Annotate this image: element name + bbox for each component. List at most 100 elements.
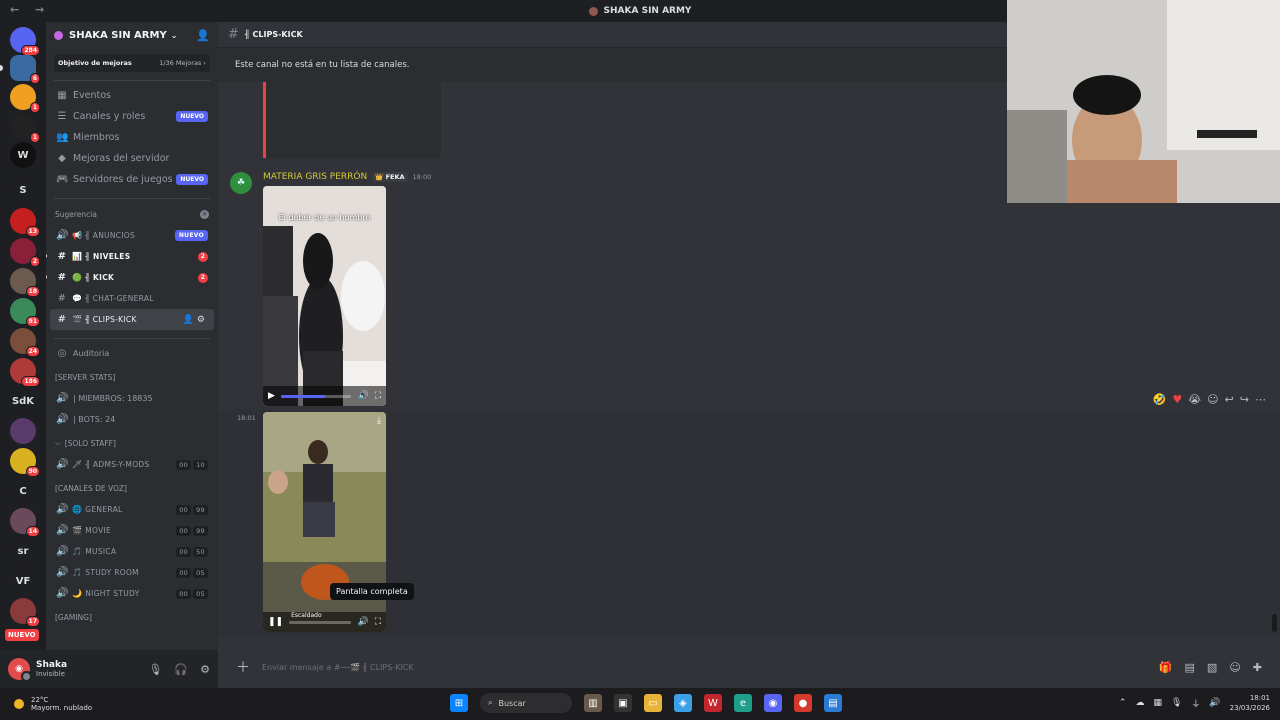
file-explorer-icon[interactable]: ▭ [644, 694, 662, 712]
category-voice[interactable]: [CANALES DE VOZ] [46, 477, 218, 499]
nav-item[interactable]: ☰ Canales y roles NUEVO [46, 106, 218, 127]
nav-arrows[interactable]: ← → [10, 3, 50, 16]
server-icon[interactable]: W [10, 142, 36, 168]
invite-people-icon[interactable]: 👤 [196, 29, 210, 42]
volume-icon[interactable]: 🔊 [357, 617, 368, 627]
channel-item[interactable]: # 🟢 ╢ KICK 2 [46, 267, 218, 288]
reaction-cry-icon[interactable]: 😭 [1188, 393, 1201, 406]
fullscreen-icon[interactable]: ⛶ [375, 617, 381, 627]
video-attachment[interactable]: El deber de un hombre ▶ 🔊 ⛶ [263, 186, 386, 406]
channel-item[interactable]: # 📊 ╢ NIVELES 2 [46, 246, 218, 267]
microphone-icon[interactable]: 🎙 [148, 663, 162, 676]
settings-gear-icon[interactable]: ⚙ [197, 315, 208, 325]
scrollbar[interactable] [1272, 614, 1277, 632]
task-view-icon[interactable]: ▣ [614, 694, 632, 712]
voice-channel[interactable]: 🔊 🎬 MOVIE 00 99 [46, 520, 218, 541]
voice-channel-adms[interactable]: 🔊 🗡 ╢ ADMS-Y-MODS 00 10 [46, 454, 218, 475]
server-icon[interactable]: 2 [10, 238, 40, 267]
voice-channel[interactable]: 🔊 🎵 STUDY ROOM 00 05 [46, 562, 218, 583]
nav-item[interactable]: ◆ Mejoras del servidor [46, 148, 218, 169]
taskbar-search[interactable]: ⌕ Buscar [480, 693, 572, 713]
server-icon[interactable]: VF [10, 568, 36, 594]
windows-start-icon[interactable]: ⊞ [450, 694, 468, 712]
server-icon[interactable]: 90 [10, 448, 40, 477]
office-app-icon[interactable]: W [704, 694, 722, 712]
channel-item[interactable]: # 🎬 ╢ CLIPS-KICK 👤⚙ [50, 309, 214, 330]
server-icon[interactable]: 17 [10, 598, 40, 627]
nav-item[interactable]: ▦ Eventos [46, 85, 218, 106]
server-icon[interactable]: 1 [10, 114, 40, 143]
copilot-icon[interactable]: ◈ [674, 694, 692, 712]
new-badge[interactable]: NUEVO [5, 629, 39, 641]
channel-item[interactable]: 🔊 📢 ╢ ANUNCIOS NUEVO [46, 225, 218, 246]
category-gaming[interactable]: [GAMING] [46, 606, 218, 628]
network-icon[interactable]: ▦ [1153, 698, 1162, 708]
fullscreen-icon[interactable]: ⛶ [375, 391, 381, 401]
gift-icon[interactable]: 🎁 [1159, 661, 1173, 674]
server-icon[interactable]: 24 [10, 328, 40, 357]
chevron-up-icon[interactable]: ⌃ [1119, 698, 1127, 708]
nav-item[interactable]: 🎮 Servidores de juegos NUEVO [46, 169, 218, 190]
clock[interactable]: 18:01 23/03/2026 [1230, 693, 1270, 713]
server-icon[interactable]: 1 [10, 84, 40, 113]
headphones-icon[interactable]: 🎧 [174, 663, 188, 676]
sticker-icon[interactable]: ▧ [1207, 661, 1217, 674]
chrome-icon[interactable]: ● [794, 694, 812, 712]
forward-icon[interactable]: ↪ [1240, 393, 1249, 406]
video-progress[interactable]: Escaldado [289, 612, 352, 624]
add-reaction-icon[interactable]: ☺ [1207, 393, 1218, 406]
author-name[interactable]: MATERIA GRIS PERRÓN [263, 172, 367, 182]
server-icon[interactable] [10, 418, 36, 444]
video-progress[interactable] [280, 394, 352, 398]
category-server-stats[interactable]: [SERVER STATS] [46, 366, 218, 388]
server-icon[interactable]: 13 [10, 208, 40, 237]
server-icon[interactable]: sr [10, 538, 36, 564]
server-icon[interactable]: 6 [0, 55, 40, 84]
server-icon[interactable]: 284 [10, 27, 40, 56]
reply-icon[interactable]: ↩ [1225, 393, 1234, 406]
reaction-heart-icon[interactable]: ♥ [1172, 393, 1182, 406]
emoji-icon[interactable]: ☺ [1229, 661, 1240, 674]
discord-icon[interactable]: ◉ [764, 694, 782, 712]
server-icon[interactable]: SdK [10, 388, 36, 414]
mic-tray-icon[interactable]: 🎙 [1171, 698, 1182, 708]
usb-icon[interactable]: ⏚ [1191, 697, 1200, 710]
server-header[interactable]: SHAKA SIN ARMY ⌄ 👤 [46, 22, 218, 48]
server-icon[interactable]: S [10, 177, 36, 203]
add-attachment-icon[interactable]: ＋ [236, 657, 250, 677]
weather-widget[interactable]: 22°C Mayorm. nublado [0, 696, 92, 712]
invite-icon[interactable]: 👤 [183, 315, 197, 325]
server-icon[interactable]: 18 [10, 268, 40, 297]
voice-channel[interactable]: 🔊 🌙 NIGHT STUDY 00 05 [46, 583, 218, 604]
server-icon[interactable]: 14 [10, 508, 40, 537]
message-input[interactable] [262, 662, 1159, 672]
gif-icon[interactable]: ▤ [1185, 661, 1195, 674]
reaction-laugh-icon[interactable]: 🤣 [1153, 393, 1167, 406]
voice-channel[interactable]: 🔊 🎵 MUSICA 00 50 [46, 541, 218, 562]
edge-icon[interactable]: e [734, 694, 752, 712]
close-icon[interactable]: × [200, 209, 209, 219]
server-icon[interactable]: 186 [10, 358, 40, 387]
speaker-icon[interactable]: 🔊 [1209, 698, 1220, 708]
more-options-icon[interactable]: ⋯ [1255, 393, 1266, 406]
volume-icon[interactable]: 🔊 [357, 391, 368, 401]
apps-icon[interactable]: ✚ [1253, 661, 1262, 674]
avatar[interactable]: ◉ [8, 658, 32, 682]
play-icon[interactable]: ▶ [268, 391, 275, 401]
pause-icon[interactable]: ❚❚ [268, 617, 283, 627]
voice-channel[interactable]: 🔊 🌐 GENERAL 00 99 [46, 499, 218, 520]
onedrive-icon[interactable]: ☁ [1135, 698, 1144, 708]
download-icon[interactable]: ⤓ [377, 416, 381, 426]
stats-channel[interactable]: 🔊 | MIEMBROS: 18835 [46, 388, 218, 409]
widgets-icon[interactable]: ▥ [584, 694, 602, 712]
stats-channel[interactable]: 🔊 | BOTS: 24 [46, 409, 218, 430]
category-solo-staff[interactable]: ⌵ [SOLO STAFF] [46, 432, 218, 454]
settings-gear-icon[interactable]: ⚙ [200, 663, 210, 676]
server-icon[interactable]: C [10, 478, 36, 504]
audit-item[interactable]: ◎ Auditoria [46, 343, 218, 364]
nav-item[interactable]: 👥 Miembros [46, 127, 218, 148]
server-icon[interactable]: 91 [10, 298, 40, 327]
notepad-icon[interactable]: ▤ [824, 694, 842, 712]
boost-goal[interactable]: Objetivo de mejoras 1/36 Mejoras › [54, 54, 210, 72]
author-avatar[interactable]: ☘ [230, 172, 252, 194]
